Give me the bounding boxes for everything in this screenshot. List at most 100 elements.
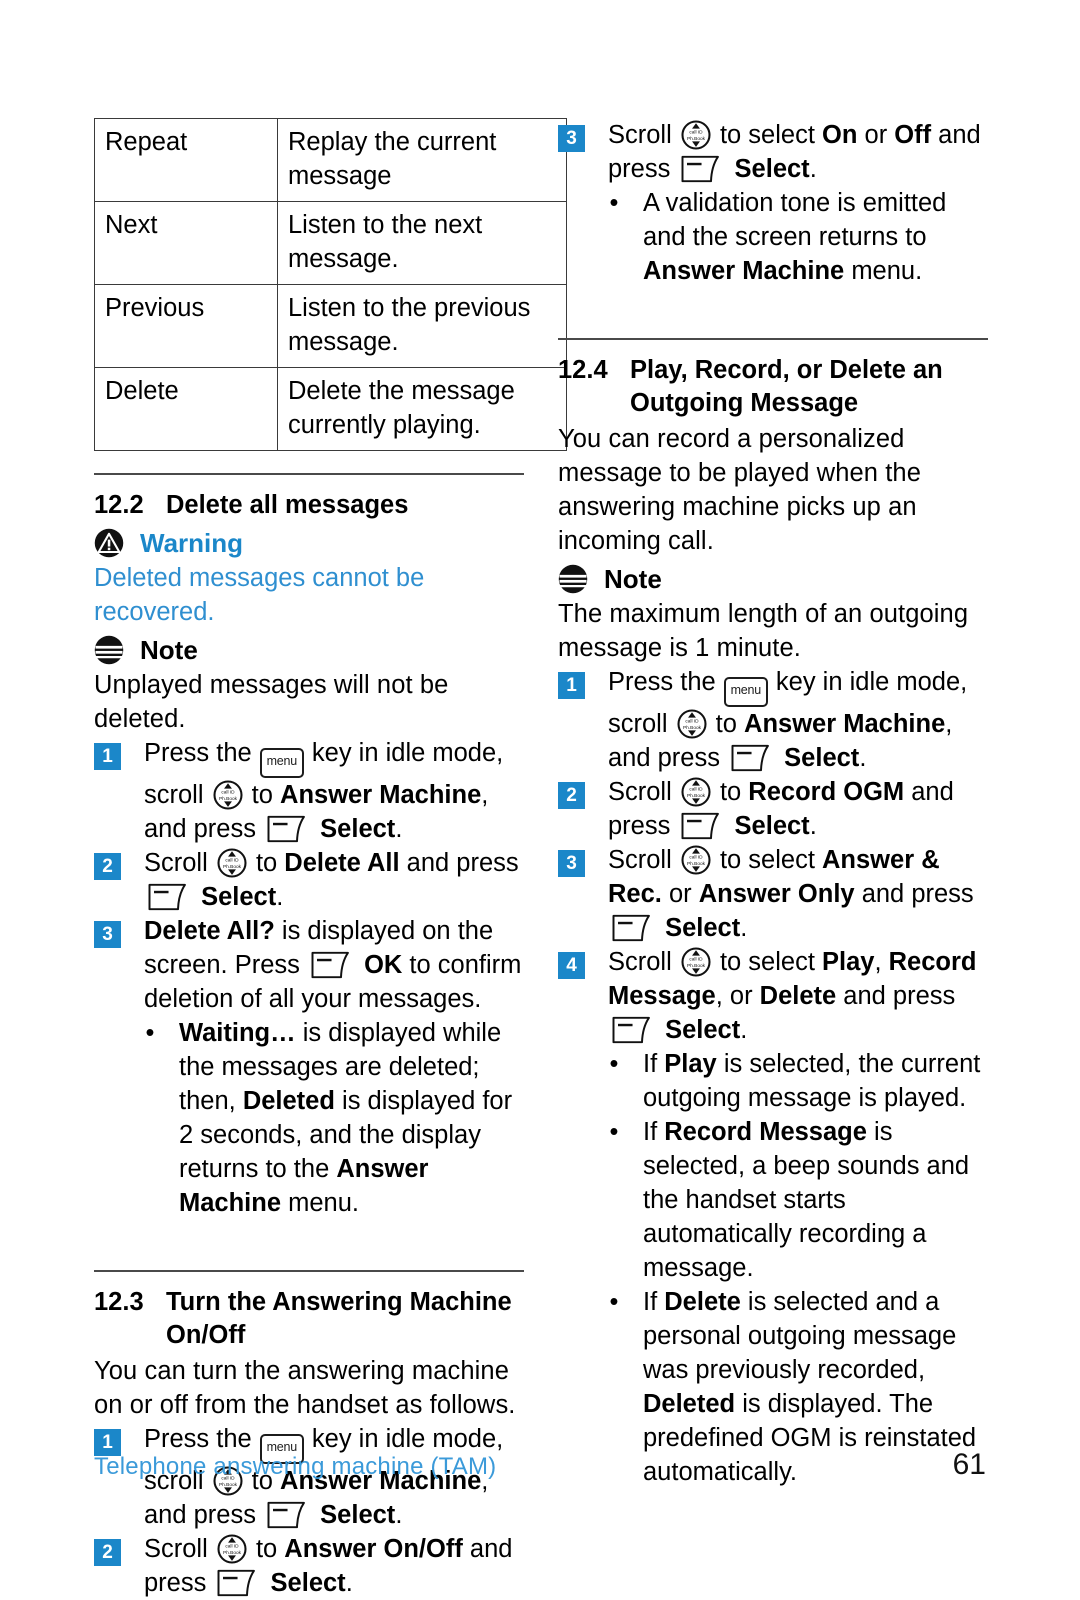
option-delete: Delete: [664, 1288, 741, 1316]
right-column: 3 Scroll to select On or Off and press S…: [558, 118, 990, 1489]
table-cell-key: Next: [94, 201, 278, 285]
scroll-key-icon[interactable]: [681, 120, 711, 150]
bullet-dot: •: [609, 1288, 619, 1316]
footer-section-label: Telephone answering machine (TAM): [94, 1453, 497, 1480]
menu-key-icon[interactable]: menu: [259, 748, 304, 778]
softkey-icon[interactable]: [611, 913, 655, 943]
menu-item-answer-on-off: Answer On/Off: [284, 1535, 463, 1563]
scroll-key-icon[interactable]: [681, 777, 711, 807]
step-text-to: to: [248, 1535, 285, 1563]
step-badge: 3: [94, 921, 121, 948]
scroll-key-icon[interactable]: [677, 709, 707, 739]
page-number: 61: [952, 1448, 986, 1481]
scroll-key-icon[interactable]: [213, 780, 243, 810]
table-cell-key: Previous: [94, 284, 278, 368]
softkey-icon[interactable]: [680, 154, 724, 184]
step-item: 2 Scroll to Delete All and press Select.: [94, 846, 526, 914]
note-body-end: minute.: [709, 634, 801, 662]
softkey-label-select: Select: [665, 914, 741, 942]
step-text-to: to: [712, 778, 749, 806]
step-badge: 2: [558, 782, 585, 809]
section-number: 12.4: [558, 356, 608, 384]
step-item: 3 Scroll to select Answer & Rec. or Answ…: [558, 843, 990, 945]
note-label: Note: [140, 635, 198, 665]
step-text-scroll: Scroll: [144, 849, 215, 877]
step-text: Delete All? is displayed on the screen. …: [144, 914, 526, 1016]
note-callout: Note: [94, 632, 526, 668]
step-item: 1 Press the menu key in idle mode, scrol…: [558, 665, 990, 775]
step-text: Scroll to select Answer & Rec. or Answer…: [608, 843, 990, 945]
screen-prompt-delete-all: Delete All?: [144, 917, 275, 945]
scroll-key-icon[interactable]: [681, 947, 711, 977]
section-title-line1: Play, Record, or Delete an: [630, 356, 943, 384]
softkey-icon[interactable]: [216, 1568, 260, 1598]
option-delete: Delete: [759, 982, 837, 1010]
softkey-icon[interactable]: [730, 743, 774, 773]
softkey-label-select: Select: [734, 812, 810, 840]
screen-prompt-deleted: Deleted: [643, 1390, 736, 1418]
menu-item-delete-all: Delete All: [284, 849, 400, 877]
scroll-key-icon[interactable]: [217, 1534, 247, 1564]
step-text-to-select: to select: [712, 846, 822, 874]
step-list-12-4: 1 Press the menu key in idle mode, scrol…: [558, 665, 990, 1047]
bullet-dot: •: [609, 1050, 619, 1078]
step-badge: 2: [94, 1539, 121, 1566]
note-icon: [558, 564, 588, 594]
menu-item-record-ogm: Record OGM: [748, 778, 905, 806]
bullet-text-end: menu.: [844, 257, 923, 285]
option-record-message: Record Message: [664, 1118, 867, 1146]
step-text: Press the menu key in idle mode, scroll …: [144, 736, 526, 846]
softkey-icon[interactable]: [266, 814, 310, 844]
table-row: Delete Delete the message currently play…: [94, 367, 567, 451]
manual-page: Repeat Replay the current message Next L…: [0, 0, 1080, 1597]
section-intro-12-4: You can record a personalized message to…: [558, 425, 921, 555]
softkey-label-ok: OK: [364, 951, 403, 979]
step-item: 4 Scroll to select Play, Record Message,…: [558, 945, 990, 1047]
scroll-key-icon[interactable]: [217, 848, 247, 878]
bullet-dot: •: [145, 1019, 155, 1047]
note-label: Note: [604, 564, 662, 594]
bullet-text: Waiting… is displayed while the messages…: [179, 1016, 526, 1220]
softkey-label-select: Select: [734, 155, 810, 183]
step-text: Scroll to select Play, Record Message, o…: [608, 945, 990, 1047]
step-badge: 2: [94, 853, 121, 880]
bullet-text: A validation tone is emitted and the scr…: [643, 186, 990, 288]
table-cell-key: Repeat: [94, 118, 278, 202]
section-heading-12-3: 12.3 Turn the Answering Machine On/Off: [94, 1286, 526, 1352]
softkey-icon[interactable]: [147, 882, 191, 912]
section-divider: [94, 1270, 524, 1272]
left-column: Repeat Replay the current message Next L…: [94, 118, 567, 1600]
softkey-icon[interactable]: [310, 950, 354, 980]
table-row: Previous Listen to the previous message.: [94, 284, 567, 368]
step-text-to: to: [248, 849, 285, 877]
softkey-icon[interactable]: [680, 811, 724, 841]
step-text: Scroll to Answer On/Off and press Select…: [144, 1532, 526, 1600]
step-badge: 4: [558, 952, 585, 979]
softkey-label-select: Select: [320, 1501, 396, 1529]
table-cell-desc: Listen to the next message.: [277, 201, 567, 285]
softkey-icon[interactable]: [611, 1015, 655, 1045]
section-title-line1: Turn the Answering Machine: [166, 1288, 512, 1316]
bullet-list-12-4: • If Play is selected, the current outgo…: [558, 1047, 990, 1489]
step-item: 3 Delete All? is displayed on the screen…: [94, 914, 526, 1016]
menu-item-answer-machine: Answer Machine: [280, 781, 482, 809]
note-body-value: 1: [695, 634, 710, 662]
note-callout: Note: [558, 561, 990, 597]
option-on: On: [822, 121, 858, 149]
step-text-and-press: and press: [836, 982, 956, 1010]
step-text-to-select: to select: [712, 948, 822, 976]
softkey-icon[interactable]: [266, 1500, 310, 1530]
section-title-line2: On/Off: [166, 1321, 246, 1349]
table-row: Next Listen to the next message.: [94, 201, 567, 285]
playback-key-table: Repeat Replay the current message Next L…: [94, 118, 567, 451]
softkey-label-select: Select: [665, 1016, 741, 1044]
step-item: 2 Scroll to Record OGM and press Select.: [558, 775, 990, 843]
step-text-press: Press the: [144, 739, 259, 767]
bullet-dot: •: [609, 189, 619, 217]
step-badge: 3: [558, 125, 585, 152]
scroll-key-icon[interactable]: [681, 845, 711, 875]
section-number: 12.2: [94, 491, 144, 519]
menu-key-icon[interactable]: menu: [723, 677, 768, 707]
note-body: The maximum length of an outgoing messag…: [558, 597, 990, 665]
option-answer-only: Answer Only: [698, 880, 855, 908]
